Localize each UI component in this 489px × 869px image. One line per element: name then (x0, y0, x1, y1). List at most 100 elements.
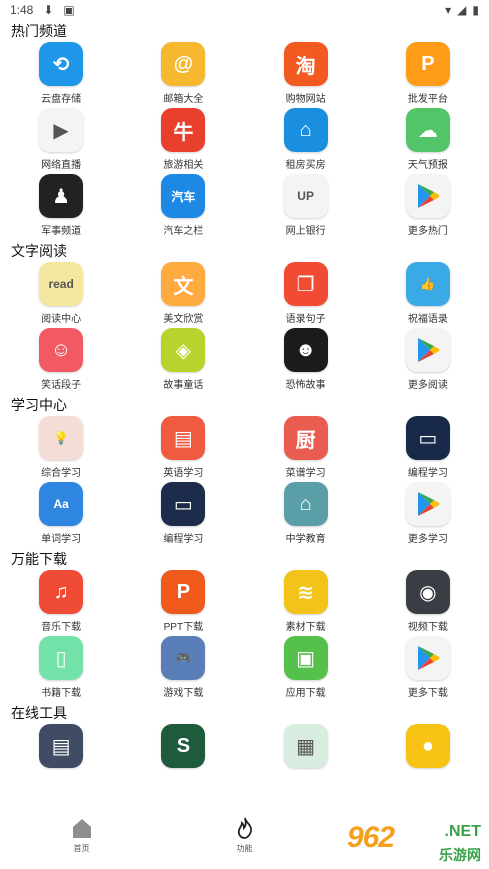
feature-item[interactable]: 更多阅读 (367, 328, 489, 394)
video-icon: ◉ (405, 570, 450, 614)
feature-item[interactable]: ❐ 语录句子 (245, 262, 367, 328)
feature-item-label: 编程学习 (407, 468, 448, 479)
feature-item[interactable]: 更多热门 (367, 174, 489, 240)
nav-features[interactable]: 功能 (195, 815, 295, 854)
thumbs-up-icon: 👍 (405, 262, 450, 306)
section-title: 热门频道 (11, 23, 67, 39)
feature-item[interactable]: ⟲ 云盘存储 (0, 42, 122, 108)
cloud-sync-icon: ⟲ (39, 42, 84, 86)
english-icon: ▤ (161, 416, 206, 460)
feature-item-label: 综合学习 (41, 468, 82, 479)
feature-item[interactable]: ▤ (0, 724, 122, 790)
feature-item[interactable]: 🎮 游戏下载 (122, 636, 244, 702)
feature-item[interactable]: 更多下载 (367, 636, 489, 702)
feature-item-label: 批发平台 (407, 94, 448, 105)
feature-item-label: 书籍下载 (41, 688, 82, 699)
feature-item-label: 语录句子 (285, 314, 326, 325)
section-title: 文字阅读 (11, 243, 67, 259)
section-title: 学习中心 (11, 397, 67, 413)
feature-item[interactable]: UP 网上银行 (245, 174, 367, 240)
feature-item[interactable]: ▭ 编程学习 (122, 482, 244, 548)
feature-item[interactable]: read 阅读中心 (0, 262, 122, 328)
feature-item[interactable]: ▭ 编程学习 (367, 416, 489, 482)
feature-item[interactable]: ≋ 素材下载 (245, 570, 367, 636)
watermark-net: .NET (444, 823, 481, 840)
unionpay-icon: UP (283, 174, 328, 218)
house-icon: ⌂ (283, 108, 328, 152)
feature-item[interactable]: ⌂ 中学教育 (245, 482, 367, 548)
feature-item[interactable]: ♫ 音乐下载 (0, 570, 122, 636)
feature-item[interactable]: P 批发平台 (367, 42, 489, 108)
status-bar: 1:48 ⬇ ▣ ▾ ◢ ▮ (0, 0, 489, 20)
feature-item-label: 故事童话 (163, 380, 204, 391)
taobao-icon: 淘 (283, 42, 328, 86)
layers-icon: ≋ (283, 570, 328, 614)
military-icon: ♟ (39, 174, 84, 218)
feature-item[interactable]: ▯ 书籍下载 (0, 636, 122, 702)
feature-item-label: 祝福语录 (407, 314, 448, 325)
feature-item[interactable]: @ 邮箱大全 (122, 42, 244, 108)
horror-icon: ☻ (283, 328, 328, 372)
feature-item[interactable]: ⌂ 租房买房 (245, 108, 367, 174)
nav-features-label: 功能 (236, 843, 253, 853)
status-time: 1:48 (10, 3, 34, 17)
feature-item-label: 网上银行 (285, 226, 326, 237)
feature-item-label: 更多热门 (407, 226, 448, 237)
feature-item[interactable]: ▶ 网络直播 (0, 108, 122, 174)
feature-item-label: 中学教育 (285, 534, 326, 545)
feature-item[interactable]: P PPT下载 (122, 570, 244, 636)
mail-icon: @ (161, 42, 206, 86)
watermark-site: 乐游网 (439, 847, 481, 863)
feature-item[interactable]: ◈ 故事童话 (122, 328, 244, 394)
feature-item[interactable]: 更多学习 (367, 482, 489, 548)
feature-item[interactable]: 💡 综合学习 (0, 416, 122, 482)
download-icon: ⬇ (43, 3, 54, 17)
feature-item[interactable]: ◉ 视频下载 (367, 570, 489, 636)
feature-item-label: 英语学习 (163, 468, 204, 479)
feature-item[interactable]: 淘购物网站 (245, 42, 367, 108)
kitchen-icon: 厨 (283, 416, 328, 460)
feature-item[interactable]: Aa 单词学习 (0, 482, 122, 548)
feature-item[interactable]: 牛旅游相关 (122, 108, 244, 174)
wholesale-icon: P (405, 42, 450, 86)
smile-icon: ☺ (39, 328, 84, 372)
feature-item-label: 更多阅读 (407, 380, 448, 391)
feature-item[interactable]: ♟ 军事频道 (0, 174, 122, 240)
bookmark-icon: ❐ (283, 262, 328, 306)
notification-icon: ▣ (63, 3, 75, 17)
section-grid: ♫ 音乐下载 P PPT下载 ≋ 素材下载 ◉ 视频下载 ▯ 书籍下载 🎮 游戏下载 ▣ 应用下载 更多下载 (0, 570, 489, 702)
feature-item[interactable]: ▦ (245, 724, 367, 790)
feature-item[interactable]: 👍 祝福语录 (367, 262, 489, 328)
feature-item[interactable]: ☻ 恐怖故事 (245, 328, 367, 394)
signal-icon: ◢ (457, 3, 467, 17)
school-icon: ⌂ (283, 482, 328, 526)
cow-mascot-icon: 牛 (161, 108, 206, 152)
feature-item-label: 邮箱大全 (163, 94, 204, 105)
feature-item[interactable]: ☺ 笑话段子 (0, 328, 122, 394)
feature-item-label: 菜谱学习 (285, 468, 326, 479)
feature-item[interactable]: ▣ 应用下载 (245, 636, 367, 702)
feature-item[interactable]: ▤ 英语学习 (122, 416, 244, 482)
feature-item[interactable]: S (122, 724, 244, 790)
feature-item-label: 应用下载 (285, 688, 326, 699)
feature-item-label: 汽车之栏 (163, 226, 204, 237)
live-stream-icon: ▶ (39, 108, 84, 152)
feature-item[interactable]: ☁ 天气预报 (367, 108, 489, 174)
feature-item-label: 视频下载 (407, 622, 448, 633)
book-icon: ▯ (39, 636, 84, 680)
feature-item-label: 租房买房 (285, 160, 326, 171)
laptop-icon: ▭ (161, 482, 206, 526)
feature-item[interactable]: 汽车 汽车之栏 (122, 174, 244, 240)
watermark-number: 962 (347, 821, 395, 854)
image-icon: ▦ (283, 724, 328, 768)
nav-home[interactable]: 首页 (32, 815, 132, 854)
feature-item-label: 云盘存储 (41, 94, 82, 105)
feature-item-label: 恐怖故事 (285, 380, 326, 391)
feature-item-label: 音乐下载 (41, 622, 82, 633)
play-store-icon (405, 482, 450, 526)
site-watermark: 962 .NET 乐游网 (347, 819, 483, 865)
feature-item[interactable]: ● (367, 724, 489, 790)
feature-item[interactable]: 厨菜谱学习 (245, 416, 367, 482)
feature-item[interactable]: 文美文欣赏 (122, 262, 244, 328)
feature-item-label: 阅读中心 (41, 314, 82, 325)
